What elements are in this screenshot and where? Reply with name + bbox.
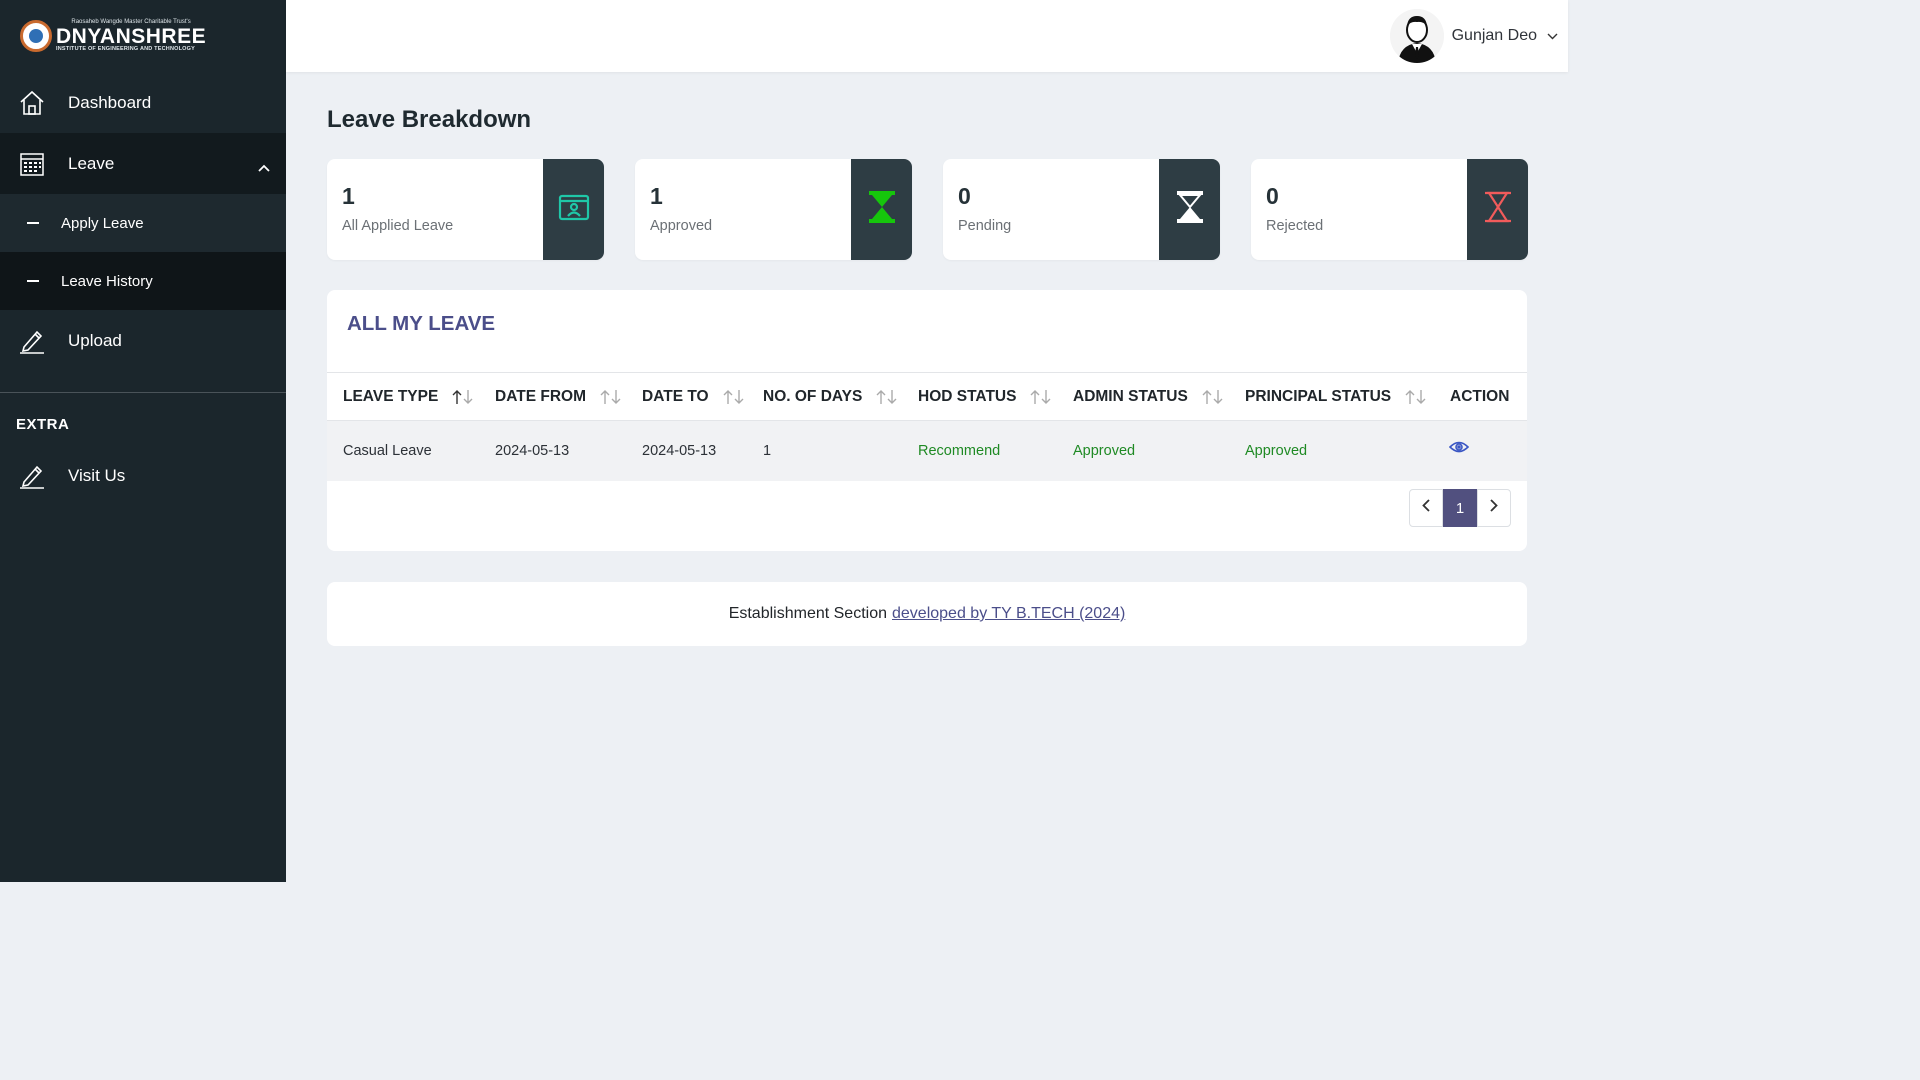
cell-date-to: 2024-05-13 xyxy=(642,443,717,459)
sort-icon xyxy=(452,389,474,405)
user-name: Gunjan Deo xyxy=(1451,27,1537,44)
sidebar: Raosaheb Wangde Master Charitable Trust'… xyxy=(0,0,286,882)
next-page-button[interactable] xyxy=(1477,489,1511,527)
hourglass-full-icon xyxy=(868,190,896,229)
sidebar-item-label: Upload xyxy=(68,330,122,350)
pagination: 1 xyxy=(1409,489,1511,527)
column-header-hod-status[interactable]: HOD STATUS xyxy=(918,388,1052,406)
stat-card-rejected: 0 Rejected xyxy=(1251,159,1528,260)
table-header-row: LEAVE TYPE DATE FROM DATE TO NO. OF DAYS… xyxy=(327,373,1527,421)
footer-text: Establishment Section xyxy=(728,605,887,622)
stat-count: 0 xyxy=(1266,183,1279,209)
sidebar-item-leave[interactable]: Leave xyxy=(0,133,286,194)
cell-date-from: 2024-05-13 xyxy=(495,443,570,459)
pencil-icon xyxy=(18,327,46,355)
stat-label: All Applied Leave xyxy=(342,218,454,234)
id-card-icon xyxy=(558,192,590,227)
chevron-left-icon xyxy=(1422,499,1430,517)
sort-icon xyxy=(1405,389,1427,405)
column-header-action: ACTION xyxy=(1450,387,1510,405)
hourglass-empty-icon xyxy=(1484,190,1512,229)
sidebar-item-dashboard[interactable]: Dashboard xyxy=(0,72,286,133)
sidebar-subitem-label: Leave History xyxy=(61,272,153,290)
pencil-icon xyxy=(18,462,46,490)
footer-credit-link[interactable]: developed by TY B.TECH (2024) xyxy=(892,605,1125,623)
cell-days: 1 xyxy=(763,443,772,459)
sidebar-item-visit-us[interactable]: Visit Us xyxy=(0,445,286,506)
sort-icon xyxy=(1202,389,1224,405)
column-header-date-from[interactable]: DATE FROM xyxy=(495,388,622,406)
chevron-right-icon xyxy=(1490,499,1498,517)
column-header-admin-status[interactable]: ADMIN STATUS xyxy=(1073,388,1224,406)
table-row: Casual Leave 2024-05-13 2024-05-13 1 Rec… xyxy=(327,421,1527,481)
column-header-no-of-days[interactable]: NO. OF DAYS xyxy=(763,388,898,406)
avatar xyxy=(1389,9,1444,63)
brand-name: DNYANSHREE xyxy=(56,25,207,49)
sort-icon xyxy=(723,389,745,405)
sidebar-item-upload[interactable]: Upload xyxy=(0,310,286,371)
user-menu[interactable]: Gunjan Deo xyxy=(1389,8,1558,64)
stat-label: Rejected xyxy=(1266,218,1324,234)
sidebar-section-extra: EXTRA xyxy=(16,416,70,433)
stat-card-all-applied: 1 All Applied Leave xyxy=(327,159,604,260)
brand-subtitle: INSTITUTE OF ENGINEERING AND TECHNOLOGY xyxy=(56,46,195,53)
page-title: Leave Breakdown xyxy=(327,106,532,133)
stat-card-pending: 0 Pending xyxy=(943,159,1220,260)
sidebar-item-label: Dashboard xyxy=(68,92,152,112)
logo-emblem-icon xyxy=(20,20,52,52)
calendar-grid-icon xyxy=(18,150,46,178)
cell-hod-status: Recommend xyxy=(918,443,1001,459)
column-header-leave-type[interactable]: LEAVE TYPE xyxy=(343,388,474,406)
sidebar-subitem-apply-leave[interactable]: Apply Leave xyxy=(0,194,286,252)
sidebar-subitem-label: Apply Leave xyxy=(61,214,144,232)
brand-logo[interactable]: Raosaheb Wangde Master Charitable Trust'… xyxy=(0,0,286,72)
panel-title: ALL MY LEAVE xyxy=(347,312,496,335)
sidebar-item-label: Visit Us xyxy=(68,465,126,485)
stat-count: 1 xyxy=(650,183,663,209)
stat-label: Approved xyxy=(650,218,713,234)
home-icon xyxy=(18,89,46,117)
column-header-principal-status[interactable]: PRINCIPAL STATUS xyxy=(1245,388,1427,406)
chevron-down-icon xyxy=(1547,27,1558,45)
page-button-current[interactable]: 1 xyxy=(1443,489,1477,527)
sort-icon xyxy=(876,389,898,405)
topbar: Gunjan Deo xyxy=(286,0,1568,72)
sort-icon xyxy=(1030,389,1052,405)
sidebar-subitem-leave-history[interactable]: Leave History xyxy=(0,252,286,310)
stat-card-approved: 1 Approved xyxy=(635,159,912,260)
column-header-date-to[interactable]: DATE TO xyxy=(642,388,745,406)
sort-icon xyxy=(600,389,622,405)
leave-table: LEAVE TYPE DATE FROM DATE TO NO. OF DAYS… xyxy=(327,372,1527,481)
cell-leave-type: Casual Leave xyxy=(343,443,432,459)
stat-label: Pending xyxy=(958,218,1012,234)
view-eye-icon[interactable] xyxy=(1448,440,1470,458)
chevron-up-icon xyxy=(258,157,270,177)
sidebar-divider xyxy=(0,392,286,393)
stat-count: 0 xyxy=(958,183,971,209)
dash-icon xyxy=(27,222,39,224)
cell-principal-status: Approved xyxy=(1245,443,1308,459)
stat-count: 1 xyxy=(342,183,355,209)
hourglass-half-icon xyxy=(1176,190,1204,229)
sidebar-item-label: Leave xyxy=(68,153,115,173)
prev-page-button[interactable] xyxy=(1409,489,1443,527)
cell-admin-status: Approved xyxy=(1073,443,1136,459)
dash-icon xyxy=(27,280,39,282)
footer: Establishment Section developed by TY B.… xyxy=(327,582,1527,646)
leave-table-panel: ALL MY LEAVE LEAVE TYPE DATE FROM DATE T… xyxy=(327,290,1527,551)
